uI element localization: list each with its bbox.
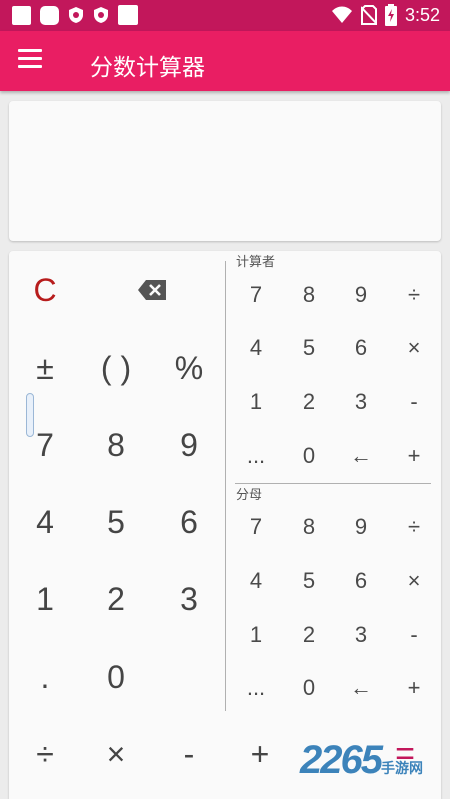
result-display bbox=[9, 101, 441, 241]
key-add[interactable]: + bbox=[230, 729, 290, 779]
num-key-8[interactable]: 8 bbox=[279, 270, 339, 320]
num-key-back[interactable]: ← bbox=[331, 431, 391, 481]
side-drag-handle[interactable] bbox=[26, 393, 34, 437]
square-icon bbox=[12, 5, 31, 25]
den-key-3[interactable]: 3 bbox=[331, 610, 391, 660]
square-icon bbox=[40, 5, 59, 25]
system-icons: 3:52 bbox=[331, 4, 440, 26]
menu-icon[interactable] bbox=[18, 49, 48, 73]
watermark-sub: 手游网 bbox=[380, 760, 423, 776]
watermark-logo: 2265手游网 bbox=[300, 738, 423, 783]
wifi-icon bbox=[331, 6, 352, 23]
watermark-text: 2265 bbox=[300, 738, 383, 782]
key-3[interactable]: 3 bbox=[159, 574, 219, 624]
key-1[interactable]: 1 bbox=[15, 574, 75, 624]
key-9[interactable]: 9 bbox=[159, 420, 219, 470]
num-key-subtract[interactable]: - bbox=[384, 377, 444, 427]
key-parentheses[interactable]: ( ) bbox=[86, 343, 146, 393]
key-8[interactable]: 8 bbox=[86, 420, 146, 470]
shield-icon bbox=[94, 7, 108, 23]
square-icon bbox=[118, 5, 138, 25]
app-bar: 分数计算器 bbox=[0, 31, 450, 91]
key-divide[interactable]: ÷ bbox=[15, 729, 75, 779]
num-key-add[interactable]: + bbox=[384, 431, 444, 481]
key-multiply[interactable]: × bbox=[86, 729, 146, 779]
key-6[interactable]: 6 bbox=[159, 497, 219, 547]
den-key-7[interactable]: 7 bbox=[226, 502, 286, 552]
den-key-0[interactable]: 0 bbox=[279, 663, 339, 713]
clear-button[interactable]: C bbox=[15, 265, 75, 315]
num-key-more[interactable]: ... bbox=[226, 431, 286, 481]
den-key-9[interactable]: 9 bbox=[331, 502, 391, 552]
num-key-4[interactable]: 4 bbox=[226, 323, 286, 373]
num-key-5[interactable]: 5 bbox=[279, 323, 339, 373]
shield-icon bbox=[69, 7, 83, 23]
battery-icon bbox=[384, 4, 397, 26]
den-key-5[interactable]: 5 bbox=[279, 556, 339, 606]
backspace-button[interactable] bbox=[122, 265, 182, 315]
status-bar: 3:52 bbox=[0, 0, 450, 31]
den-key-6[interactable]: 6 bbox=[331, 556, 391, 606]
key-0[interactable]: 0 bbox=[86, 652, 146, 702]
den-key-2[interactable]: 2 bbox=[279, 610, 339, 660]
num-key-divide[interactable]: ÷ bbox=[384, 270, 444, 320]
key-2[interactable]: 2 bbox=[86, 574, 146, 624]
key-subtract[interactable]: - bbox=[159, 729, 219, 779]
num-key-7[interactable]: 7 bbox=[226, 270, 286, 320]
den-key-1[interactable]: 1 bbox=[226, 610, 286, 660]
keypad-panel: 计算者 分母 C ± ( ) % 7 8 9 4 5 6 1 2 3 . 0 ÷… bbox=[9, 251, 441, 799]
den-key-divide[interactable]: ÷ bbox=[384, 502, 444, 552]
den-key-4[interactable]: 4 bbox=[226, 556, 286, 606]
num-key-9[interactable]: 9 bbox=[331, 270, 391, 320]
key-5[interactable]: 5 bbox=[86, 497, 146, 547]
num-key-1[interactable]: 1 bbox=[226, 377, 286, 427]
no-sim-icon bbox=[360, 5, 377, 25]
clock: 3:52 bbox=[404, 4, 440, 25]
horizontal-divider bbox=[235, 483, 431, 484]
app-title: 分数计算器 bbox=[90, 55, 205, 81]
num-key-3[interactable]: 3 bbox=[331, 377, 391, 427]
key-plus-minus[interactable]: ± bbox=[15, 343, 75, 393]
backspace-icon bbox=[138, 280, 166, 300]
key-percent[interactable]: % bbox=[159, 343, 219, 393]
key-7[interactable]: 7 bbox=[15, 420, 75, 470]
numerator-label: 计算者 bbox=[236, 255, 276, 270]
den-key-8[interactable]: 8 bbox=[279, 502, 339, 552]
num-key-0[interactable]: 0 bbox=[279, 431, 339, 481]
key-4[interactable]: 4 bbox=[15, 497, 75, 547]
num-key-multiply[interactable]: × bbox=[384, 323, 444, 373]
key-decimal[interactable]: . bbox=[15, 652, 75, 702]
den-key-add[interactable]: + bbox=[384, 663, 444, 713]
den-key-more[interactable]: ... bbox=[226, 663, 286, 713]
den-key-back[interactable]: ← bbox=[331, 663, 391, 713]
notification-icons bbox=[12, 5, 138, 25]
num-key-6[interactable]: 6 bbox=[331, 323, 391, 373]
den-key-subtract[interactable]: - bbox=[384, 610, 444, 660]
num-key-2[interactable]: 2 bbox=[279, 377, 339, 427]
den-key-multiply[interactable]: × bbox=[384, 556, 444, 606]
denominator-label: 分母 bbox=[236, 488, 263, 503]
